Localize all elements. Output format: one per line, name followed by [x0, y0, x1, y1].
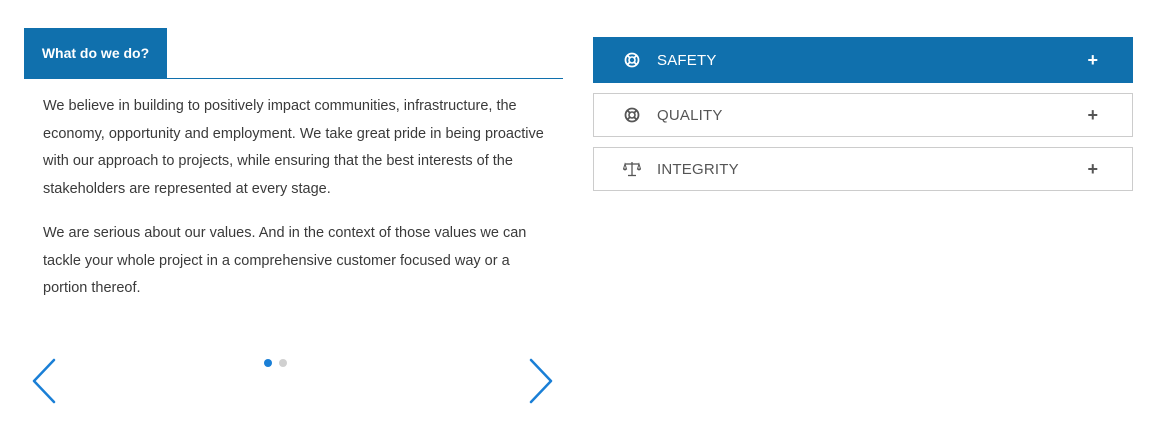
carousel-dot-1[interactable]: [264, 359, 272, 367]
carousel-next-button[interactable]: [527, 357, 555, 405]
carousel-prev-button[interactable]: [30, 357, 58, 405]
chevron-left-icon: [32, 358, 56, 404]
plus-icon[interactable]: +: [1087, 51, 1098, 69]
accordion-item-safety[interactable]: SAFETY +: [593, 37, 1133, 83]
scale-icon: [623, 160, 641, 178]
carousel-dots: [264, 359, 287, 367]
accordion-title: QUALITY: [657, 106, 723, 124]
tab-what-do-we-do[interactable]: What do we do?: [24, 28, 167, 78]
plus-icon[interactable]: +: [1087, 106, 1098, 124]
paragraph-1: We believe in building to positively imp…: [43, 98, 544, 197]
accordion-item-quality[interactable]: QUALITY +: [593, 93, 1133, 137]
plus-icon[interactable]: +: [1087, 160, 1098, 178]
lifebuoy-icon: [623, 106, 641, 124]
tab-bar: What do we do?: [24, 28, 563, 79]
carousel-dot-2[interactable]: [279, 359, 287, 367]
paragraph-2: We are serious about our values. And in …: [43, 225, 527, 296]
chevron-right-icon: [529, 358, 553, 404]
lifebuoy-icon: [623, 51, 641, 69]
accordion-item-integrity[interactable]: INTEGRITY +: [593, 147, 1133, 191]
accordion-title: SAFETY: [657, 51, 717, 69]
accordion-title: INTEGRITY: [657, 160, 739, 178]
values-accordion: SAFETY + QUALITY + INTEGRITY +: [593, 37, 1133, 201]
tabs-panel: What do we do? We believe in building to…: [24, 28, 563, 320]
tab-content: We believe in building to positively imp…: [24, 79, 563, 303]
page: What do we do? We believe in building to…: [0, 0, 1150, 445]
